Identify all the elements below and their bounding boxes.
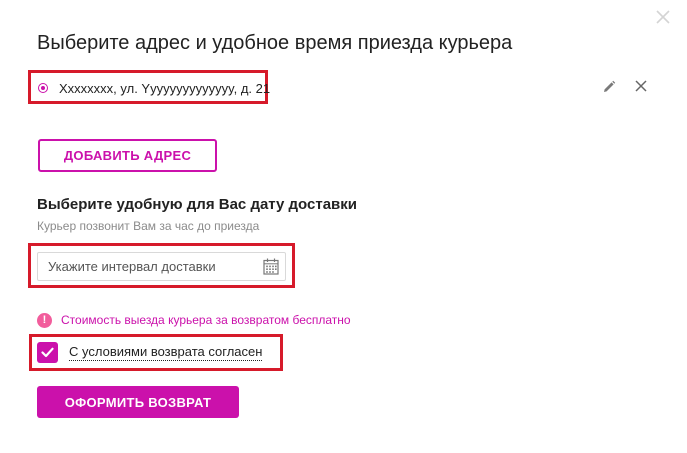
exclamation-icon: ! — [37, 312, 52, 328]
delivery-interval-field[interactable] — [37, 252, 286, 281]
address-radio[interactable] — [38, 83, 48, 93]
remove-address-close-icon[interactable] — [633, 78, 649, 94]
modal-close-icon[interactable] — [652, 6, 674, 28]
add-address-button[interactable]: ДОБАВИТЬ АДРЕС — [38, 139, 217, 172]
notice-text: Стоимость выезда курьера за возвратом бе… — [61, 313, 351, 327]
pencil-icon[interactable] — [601, 79, 617, 95]
agreement-label[interactable]: С условиями возврата согласен — [69, 344, 263, 361]
address-text: Xxxxxxxx, ул. Yyyyyyyyyyyyyy, д. 21 — [59, 80, 271, 96]
submit-return-button[interactable]: ОФОРМИТЬ ВОЗВРАТ — [37, 386, 239, 418]
delivery-interval-input[interactable] — [38, 253, 258, 280]
agreement-checkbox-row[interactable]: С условиями возврата согласен — [37, 341, 263, 363]
agreement-checkbox[interactable] — [37, 341, 58, 363]
modal-title: Выберите адрес и удобное время приезда к… — [37, 32, 513, 54]
address-option[interactable]: Xxxxxxxx, ул. Yyyyyyyyyyyyyy, д. 21 — [38, 78, 270, 98]
free-return-notice: ! Стоимость выезда курьера за возвратом … — [37, 311, 351, 329]
calendar-icon[interactable] — [263, 258, 279, 275]
checkmark-icon — [41, 347, 54, 357]
delivery-date-title: Выберите удобную для Вас дату доставки — [37, 196, 358, 213]
courier-call-hint: Курьер позвонит Вам за час до приезда — [37, 219, 260, 233]
